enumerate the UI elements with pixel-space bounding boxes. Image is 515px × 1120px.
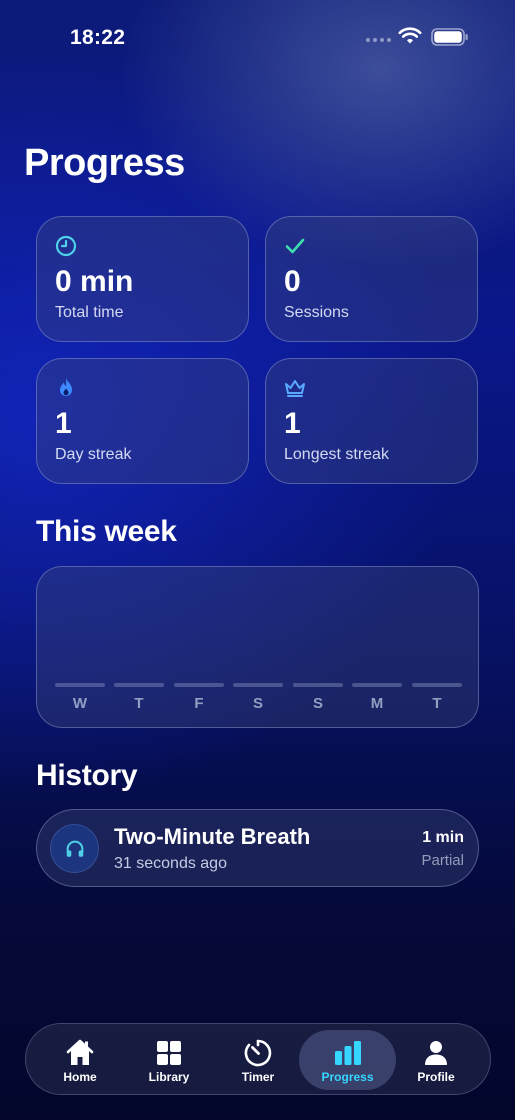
tab-label: Timer <box>241 1070 275 1084</box>
stat-card-sessions: 0 Sessions <box>265 216 478 342</box>
stat-card-total-time: 0 min Total time <box>36 216 249 342</box>
tab-profile[interactable]: Profile <box>391 1030 481 1090</box>
tab-label: Home <box>63 1070 97 1084</box>
day-label: T <box>134 695 144 712</box>
day-bar <box>233 683 283 687</box>
day-label: T <box>432 695 442 712</box>
bar-chart-icon <box>334 1041 361 1065</box>
status-time: 18:22 <box>70 26 126 49</box>
page-title: Progress <box>24 142 185 184</box>
checkmark-icon <box>285 238 305 254</box>
history-avatar <box>50 824 99 873</box>
weekly-chart-card: W T F S S M T <box>36 566 479 728</box>
history-item-title: Two-Minute Breath <box>114 824 311 849</box>
day-bar <box>114 683 164 687</box>
status-bar: 18:22 <box>0 0 515 76</box>
tab-progress[interactable]: Progress <box>299 1030 396 1090</box>
battery-icon <box>431 28 468 46</box>
stat-label: Sessions <box>284 304 349 321</box>
stat-label: Day streak <box>55 446 132 463</box>
stat-card-longest-streak: 1 Longest streak <box>265 358 478 484</box>
history-item-duration: 1 min <box>422 829 464 846</box>
day-bar <box>352 683 402 687</box>
timer-icon <box>244 1039 272 1067</box>
grid-icon <box>157 1041 181 1065</box>
cellular-signal-icon <box>366 38 391 42</box>
clock-icon <box>55 235 77 257</box>
person-icon <box>425 1041 447 1065</box>
day-label: S <box>312 695 323 712</box>
this-week-title: This week <box>36 515 177 548</box>
tab-label: Profile <box>417 1070 455 1084</box>
stat-value: 1 <box>55 407 72 440</box>
history-item-status: Partial <box>421 852 464 869</box>
stat-label: Longest streak <box>284 446 389 463</box>
day-label: F <box>194 695 204 712</box>
flame-icon <box>60 378 72 396</box>
tab-bar: Home Library Timer Progress Profile <box>25 1023 491 1095</box>
day-label: W <box>72 695 88 712</box>
stat-value: 0 min <box>55 265 134 298</box>
tab-home[interactable]: Home <box>35 1030 125 1090</box>
home-icon <box>66 1039 94 1065</box>
headphones-icon <box>66 840 83 857</box>
stat-value: 1 <box>284 407 301 440</box>
day-bar <box>412 683 462 687</box>
day-label: S <box>252 695 263 712</box>
tab-library[interactable]: Library <box>124 1030 214 1090</box>
tab-label: Library <box>148 1070 190 1084</box>
history-title: History <box>36 759 138 792</box>
day-bar <box>293 683 343 687</box>
tab-timer[interactable]: Timer <box>213 1030 303 1090</box>
history-item[interactable]: Two-Minute Breath 31 seconds ago 1 min P… <box>36 809 479 887</box>
stat-card-day-streak: 1 Day streak <box>36 358 249 484</box>
history-item-time: 31 seconds ago <box>114 855 227 872</box>
crown-icon <box>285 380 305 397</box>
day-label: M <box>370 695 384 712</box>
tab-label: Progress <box>321 1070 374 1084</box>
day-bar <box>174 683 224 687</box>
wifi-icon <box>398 27 422 44</box>
stat-label: Total time <box>55 304 124 321</box>
day-bar <box>55 683 105 687</box>
stat-value: 0 <box>284 265 301 298</box>
